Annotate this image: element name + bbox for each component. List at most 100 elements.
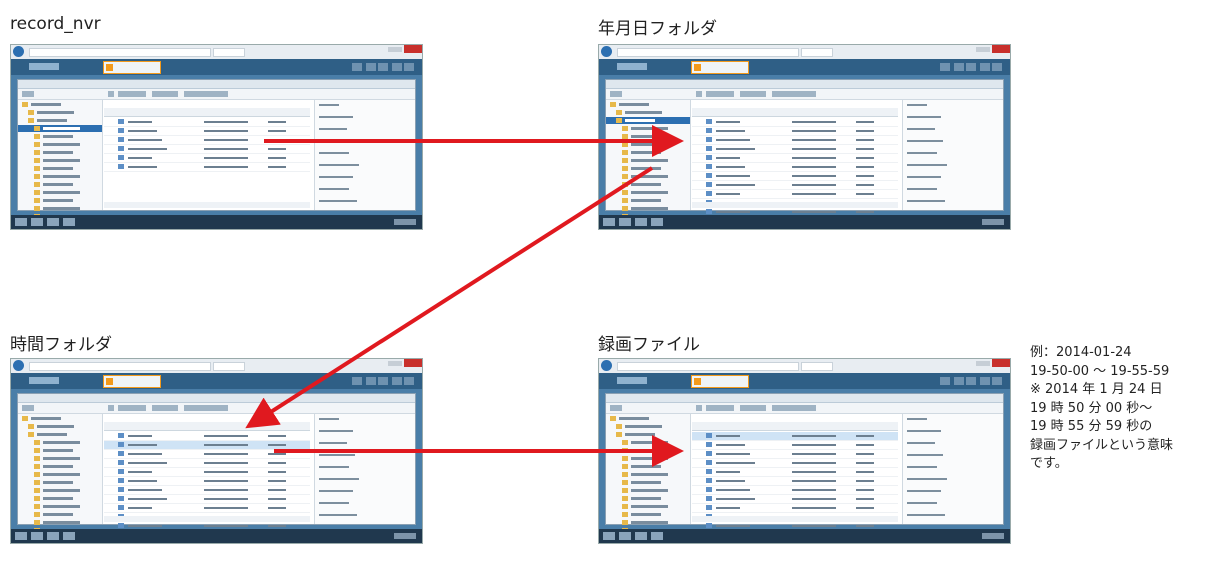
minimize-icon <box>388 361 402 366</box>
file-window <box>605 393 1004 543</box>
tree-item <box>606 447 690 454</box>
property-line <box>907 140 943 142</box>
window-title-bar <box>606 394 1003 403</box>
properties-panel <box>314 414 415 524</box>
folder-icon <box>610 102 616 107</box>
list-row <box>104 459 310 468</box>
property-line <box>319 442 347 444</box>
tree-item <box>606 415 690 422</box>
toolbar-icon <box>992 377 1002 385</box>
tree-label <box>631 497 661 500</box>
file-icon <box>706 164 712 169</box>
back-button-icon <box>601 360 612 371</box>
file-icon <box>118 523 124 528</box>
tree-item <box>18 487 102 494</box>
file-type <box>268 507 286 509</box>
folder-icon <box>34 512 40 517</box>
file-name <box>716 121 740 123</box>
toolbar-icon <box>404 63 414 71</box>
folder-icon <box>22 416 28 421</box>
file-name <box>128 462 167 464</box>
tree-item <box>606 149 690 156</box>
tree-item <box>18 189 102 196</box>
property-line <box>907 176 941 178</box>
tree-label <box>43 497 73 500</box>
tree-item <box>18 415 102 422</box>
folder-icon <box>622 448 628 453</box>
file-date <box>792 166 836 168</box>
file-date <box>204 480 248 482</box>
tree-label <box>43 175 80 178</box>
file-type <box>856 471 874 473</box>
address-bar <box>29 362 211 371</box>
file-type <box>856 489 874 491</box>
property-line <box>907 188 937 190</box>
property-line <box>907 478 947 480</box>
file-name <box>716 211 750 213</box>
tree-item <box>18 157 102 164</box>
file-type <box>268 166 286 168</box>
tree-item <box>18 479 102 486</box>
file-name <box>128 121 152 123</box>
list-row <box>104 441 310 450</box>
tree-item <box>18 519 102 526</box>
file-icon <box>706 451 712 456</box>
file-icon <box>706 442 712 447</box>
tree-label <box>31 417 61 420</box>
file-icon <box>118 442 124 447</box>
file-name <box>716 525 750 527</box>
tree-item <box>606 423 690 430</box>
toolbar-button <box>118 91 146 97</box>
tree-item <box>18 543 102 544</box>
tree-label <box>631 505 668 508</box>
property-line <box>907 164 947 166</box>
tree-item <box>606 109 690 116</box>
toolbar-icon <box>940 63 950 71</box>
file-icon <box>706 128 712 133</box>
properties-panel <box>902 414 1003 524</box>
folder-icon <box>622 480 628 485</box>
toolbar-button <box>610 91 622 97</box>
file-name <box>128 166 157 168</box>
tree-label <box>631 457 668 460</box>
list-row <box>692 154 898 163</box>
toolbar-icon <box>352 377 362 385</box>
app-bar <box>599 373 1010 389</box>
window-toolbar <box>606 89 1003 100</box>
file-name <box>128 525 162 527</box>
file-name <box>128 139 162 141</box>
file-icon <box>706 155 712 160</box>
folder-icon <box>34 488 40 493</box>
list-row <box>104 486 310 495</box>
app-bar <box>11 59 422 75</box>
list-row <box>692 127 898 136</box>
list-row <box>692 486 898 495</box>
screenshot-recording-file <box>598 358 1011 544</box>
list-row <box>104 127 310 136</box>
folder-icon <box>622 198 628 203</box>
file-date <box>792 462 836 464</box>
file-icon <box>706 487 712 492</box>
tree-label <box>631 465 661 468</box>
file-icon <box>706 137 712 142</box>
file-date <box>204 462 248 464</box>
file-icon <box>706 173 712 178</box>
file-date <box>204 148 248 150</box>
tree-item <box>606 471 690 478</box>
file-type <box>856 435 874 437</box>
home-menu <box>29 377 59 384</box>
folder-icon <box>34 166 40 171</box>
list-row <box>104 118 310 127</box>
folder-icon <box>622 456 628 461</box>
browser-bar <box>11 359 422 374</box>
tree-label <box>631 135 661 138</box>
folder-icon <box>34 182 40 187</box>
toolbar-button <box>184 405 228 411</box>
file-list <box>104 414 310 531</box>
file-date <box>792 480 836 482</box>
tree-item <box>606 495 690 502</box>
tree-item <box>606 117 690 124</box>
property-line <box>907 502 937 504</box>
tree-label <box>631 127 668 130</box>
taskbar-clock <box>394 533 416 539</box>
